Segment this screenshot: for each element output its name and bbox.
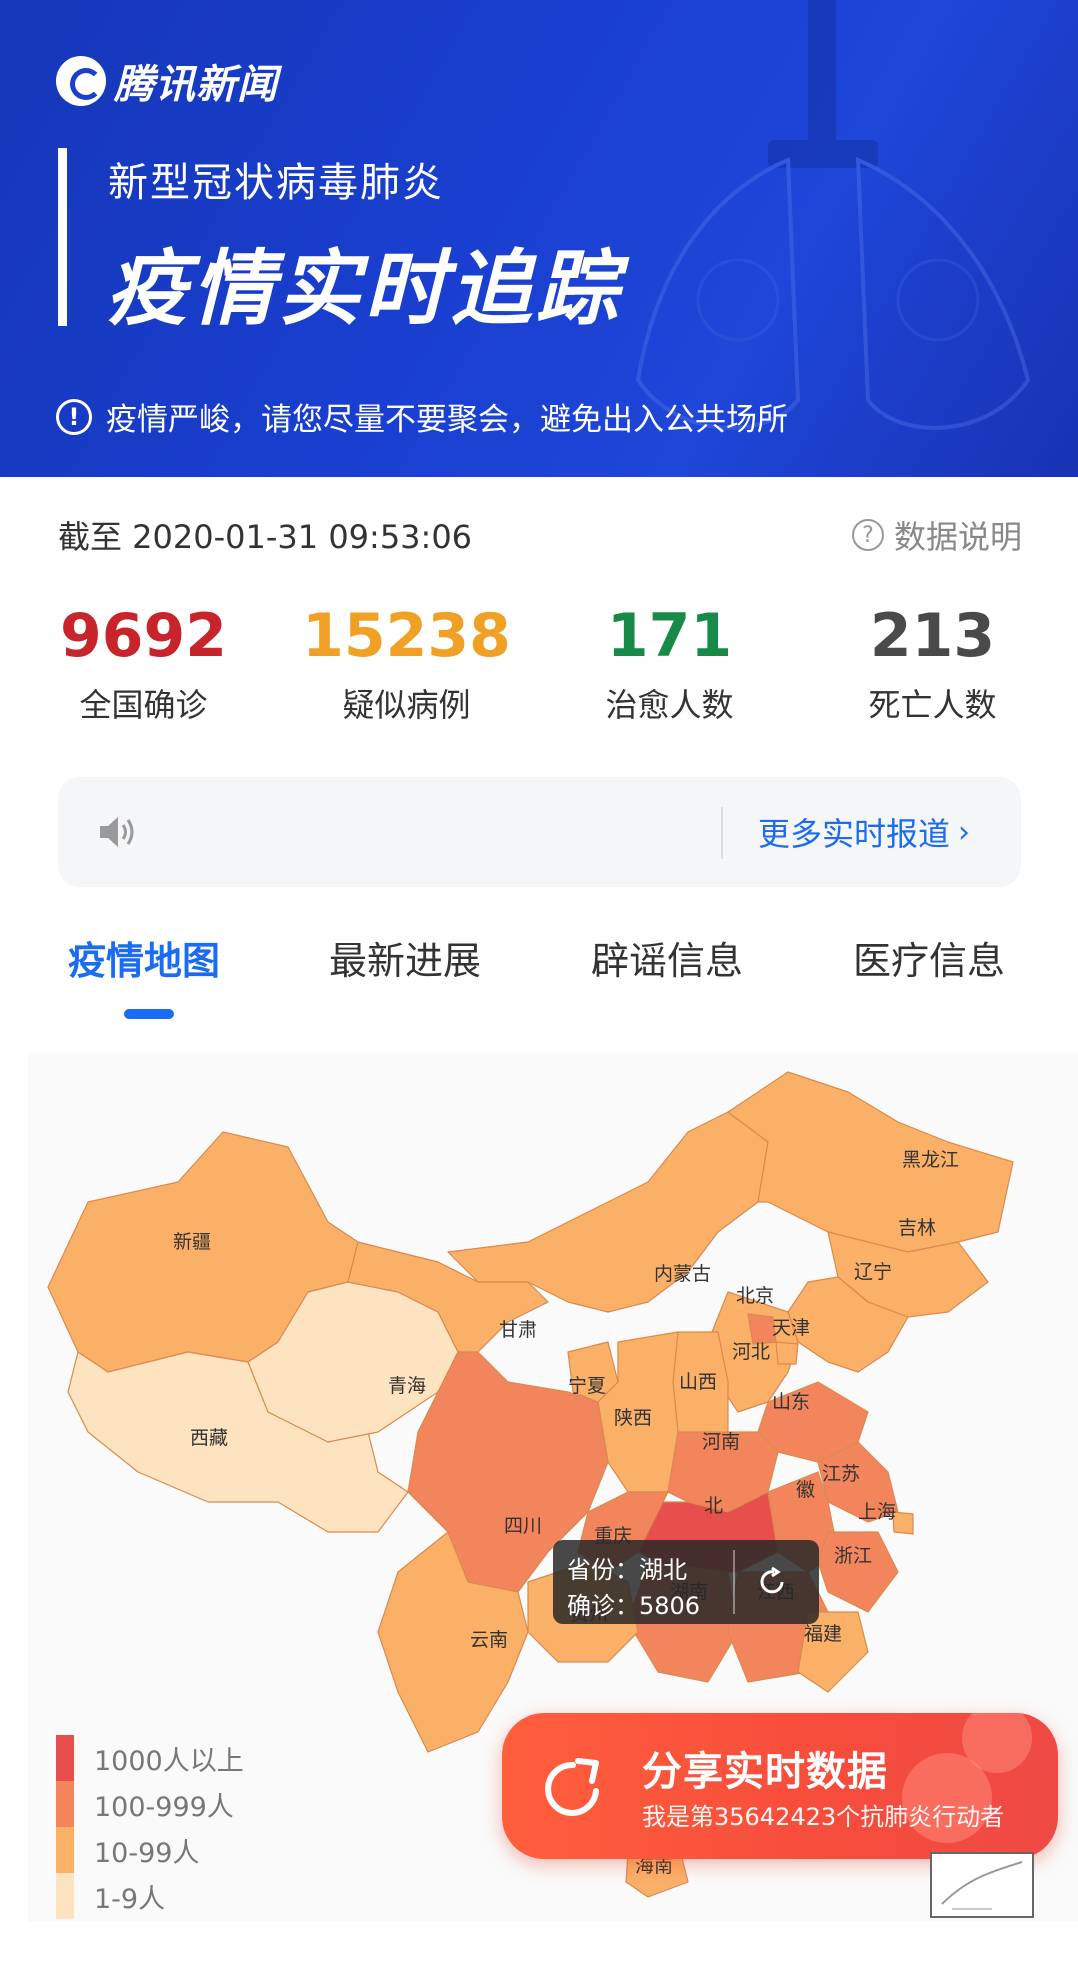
tab-medical-info[interactable]: 医疗信息 xyxy=(853,930,1005,985)
legend-swatch xyxy=(56,1735,74,1781)
share-icon xyxy=(545,1758,599,1816)
share-title: 分享实时数据 xyxy=(642,1749,888,1795)
update-timestamp: 截至 2020-01-31 09:53:06 xyxy=(58,518,473,556)
province-tianjin xyxy=(775,1341,799,1365)
label-heilongjiang: 黑龙江 xyxy=(902,1149,959,1171)
data-help-button[interactable]: ? 数据说明 xyxy=(851,512,1022,558)
tab-bar: 疫情地图 最新进展 辟谣信息 医疗信息 xyxy=(0,930,1078,990)
legend-swatch xyxy=(56,1873,74,1919)
label-henan: 河南 xyxy=(702,1431,740,1453)
stats-row: 9692 全国确诊 15238 疑似病例 171 治愈人数 213 死亡人数 xyxy=(0,598,1078,726)
label-ningxia: 宁夏 xyxy=(568,1375,606,1397)
legend-label: 1000人以上 xyxy=(94,1745,244,1777)
legend-label: 10-99人 xyxy=(94,1837,200,1869)
stat-label: 疑似病例 xyxy=(342,686,471,724)
notice-banner: ! 疫情严峻，请您尽量不要聚会，避免出入公共场所 xyxy=(56,394,788,439)
share-subtitle: 我是第35642423个抗肺炎行动者 xyxy=(642,1803,1005,1831)
data-help-label: 数据说明 xyxy=(893,518,1022,556)
news-ticker[interactable]: 更多实时报道 › xyxy=(58,777,1021,887)
label-jiangsu: 江苏 xyxy=(822,1463,860,1485)
tooltip-province: 省份：湖北 xyxy=(567,1556,687,1584)
legend-swatch xyxy=(56,1827,74,1873)
label-shanghai: 上海 xyxy=(858,1501,896,1523)
label-shandong: 山东 xyxy=(772,1391,810,1413)
label-xinjiang: 新疆 xyxy=(173,1231,211,1253)
more-reports-link[interactable]: 更多实时报道 › xyxy=(758,809,970,855)
stat-label: 治愈人数 xyxy=(605,686,734,724)
stat-value: 171 xyxy=(606,601,733,671)
province-zhejiang xyxy=(817,1531,899,1613)
label-hebei: 河北 xyxy=(732,1341,770,1363)
label-gansu: 甘肃 xyxy=(499,1319,537,1341)
ticker-divider xyxy=(721,807,723,859)
tencent-news-logo: 腾讯新闻 xyxy=(56,52,278,110)
notice-text: 疫情严峻，请您尽量不要聚会，避免出入公共场所 xyxy=(106,402,788,438)
stat-label: 死亡人数 xyxy=(868,686,997,724)
tooltip-divider xyxy=(733,1550,735,1614)
label-neimenggu: 内蒙古 xyxy=(654,1263,711,1285)
map-legend: 1000人以上 100-999人 10-99人 1-9人 xyxy=(56,1735,244,1919)
share-arrow-icon[interactable] xyxy=(756,1564,792,1600)
legend-label: 100-999人 xyxy=(94,1791,234,1823)
legend-label: 1-9人 xyxy=(94,1883,166,1915)
label-liaoning: 辽宁 xyxy=(854,1261,892,1283)
map-tooltip: 省份：湖北 确诊：5806 xyxy=(553,1540,819,1624)
label-beijing: 北京 xyxy=(736,1285,774,1307)
question-icon: ? xyxy=(851,519,884,551)
label-zhejiang: 浙江 xyxy=(834,1545,872,1567)
chevron-right-icon: › xyxy=(958,814,971,850)
tab-latest-progress[interactable]: 最新进展 xyxy=(329,930,481,985)
label-jilin: 吉林 xyxy=(898,1217,936,1239)
stat-cured: 171 治愈人数 xyxy=(538,598,801,726)
share-realtime-data-button[interactable]: 分享实时数据 我是第35642423个抗肺炎行动者 xyxy=(502,1713,1058,1859)
stat-value: 213 xyxy=(869,601,996,671)
tab-epidemic-map[interactable]: 疫情地图 xyxy=(68,930,220,985)
label-shaanxi: 陕西 xyxy=(614,1407,652,1429)
inset-map xyxy=(941,1861,1023,1910)
tooltip-confirmed: 确诊：5806 xyxy=(567,1592,701,1620)
stat-value: 9692 xyxy=(60,601,227,671)
legend-item: 1-9人 xyxy=(56,1873,244,1919)
legend-item: 100-999人 xyxy=(56,1781,244,1827)
legend-item: 10-99人 xyxy=(56,1827,244,1873)
label-anhui: 徽 xyxy=(796,1479,815,1501)
page-title: 疫情实时追踪 xyxy=(106,242,622,337)
south-china-sea-inset xyxy=(930,1852,1034,1918)
label-qinghai: 青海 xyxy=(388,1375,426,1397)
active-tab-indicator xyxy=(124,1009,174,1019)
page-subtitle: 新型冠状病毒肺炎 xyxy=(108,160,444,206)
speaker-icon xyxy=(100,817,134,847)
label-shanxi: 山西 xyxy=(679,1371,717,1393)
province-neimenggu xyxy=(447,1111,769,1313)
stat-confirmed: 9692 全国确诊 xyxy=(12,598,275,726)
stat-label: 全国确诊 xyxy=(79,686,208,724)
tab-rumor-refutation[interactable]: 辟谣信息 xyxy=(591,930,743,985)
header-banner: 腾讯新闻 新型冠状病毒肺炎 疫情实时追踪 ! 疫情严峻，请您尽量不要聚会，避免出… xyxy=(0,0,1078,477)
label-tianjin: 天津 xyxy=(772,1317,810,1339)
label-hubei: 北 xyxy=(704,1495,723,1517)
stat-deaths: 213 死亡人数 xyxy=(801,598,1064,726)
stat-value: 15238 xyxy=(302,601,511,671)
legend-swatch xyxy=(56,1781,74,1827)
title-accent-bar xyxy=(58,148,67,326)
logo-text: 腾讯新闻 xyxy=(114,62,278,108)
stat-suspected: 15238 疑似病例 xyxy=(275,598,538,726)
label-sichuan: 四川 xyxy=(504,1515,542,1537)
label-xizang: 西藏 xyxy=(190,1427,228,1449)
more-reports-label: 更多实时报道 xyxy=(758,815,951,853)
exclamation-icon: ! xyxy=(56,398,92,435)
bottom-space xyxy=(0,1922,1078,1965)
legend-item: 1000人以上 xyxy=(56,1735,244,1781)
logo-icon xyxy=(56,56,106,106)
province-heilongjiang xyxy=(727,1071,1014,1253)
label-yunnan: 云南 xyxy=(470,1629,508,1651)
label-fujian: 福建 xyxy=(804,1623,842,1645)
